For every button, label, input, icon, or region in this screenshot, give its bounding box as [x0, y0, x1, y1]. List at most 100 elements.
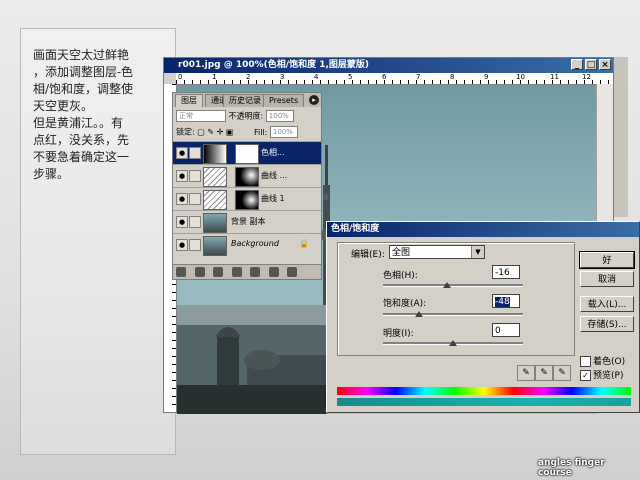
colorize-checkbox[interactable]: [580, 356, 591, 367]
edit-select[interactable]: 全图 ▼: [389, 245, 485, 259]
ruler-label: 11: [550, 73, 559, 81]
saturation-value: -48: [495, 297, 510, 307]
layer-row[interactable]: ● 曲线 1: [173, 187, 321, 210]
eye-icon[interactable]: ●: [176, 170, 188, 182]
add-mask-icon[interactable]: [213, 267, 224, 277]
close-button[interactable]: ×: [599, 59, 611, 70]
maximize-button[interactable]: □: [585, 59, 597, 70]
link-icon[interactable]: [189, 170, 201, 182]
tab-layers[interactable]: 图层: [175, 94, 203, 107]
horizontal-ruler: 0 1 2 3 4 5 6 7 8 9 10 11 12: [176, 73, 613, 85]
input-color-bar: [337, 387, 631, 395]
saturation-field[interactable]: -48: [492, 294, 520, 308]
lightness-slider[interactable]: [383, 340, 523, 346]
layer-style-icon[interactable]: [194, 267, 205, 277]
new-adjustment-icon[interactable]: [231, 267, 242, 277]
lock-row: 锁定: ▢ ✎ ✛ ▣ Fill: 100%: [176, 126, 320, 138]
link-layers-icon[interactable]: [176, 267, 186, 277]
cancel-button[interactable]: 取消: [580, 271, 634, 287]
lock-label: 锁定:: [176, 127, 195, 137]
layer-row[interactable]: ● 曲线 ...: [173, 164, 321, 187]
new-layer-icon[interactable]: [268, 267, 279, 277]
curves-thumbnail: [203, 167, 227, 187]
note-line: 不要急着确定这一: [33, 150, 130, 164]
instruction-text: 画面天空太过鲜艳 ，添加调整图层-色 相/饱和度，调整使 天空更灰。 但是黄浦江…: [33, 47, 153, 183]
layer-row[interactable]: ● Background 🔒: [173, 233, 321, 256]
opacity-label: 不透明度:: [228, 111, 264, 121]
hue-field[interactable]: -16: [492, 265, 520, 279]
adjustment-thumbnail: [203, 144, 227, 164]
ruler-label: 5: [348, 73, 353, 81]
ruler-label: 12: [582, 73, 591, 81]
ruler-label: 1: [212, 73, 217, 81]
document-title: r001.jpg @ 100%(色相/饱和度 1,图层蒙版): [178, 60, 370, 70]
instruction-note-panel: 画面天空太过鲜艳 ，添加调整图层-色 相/饱和度，调整使 天空更灰。 但是黄浦江…: [20, 28, 176, 455]
eye-icon[interactable]: ●: [176, 239, 188, 251]
ruler-label: 0: [178, 73, 183, 81]
eye-icon[interactable]: ●: [176, 147, 188, 159]
saturation-slider-knob[interactable]: [415, 311, 424, 317]
preview-checkbox[interactable]: ✓: [580, 370, 591, 381]
hue-slider-knob[interactable]: [442, 282, 451, 288]
layer-name: 背景 副本: [231, 217, 266, 226]
lightness-field[interactable]: 0: [492, 323, 520, 337]
ruler-label: 8: [450, 73, 455, 81]
curves-thumbnail: [203, 190, 227, 210]
save-button[interactable]: 存储(S)...: [580, 316, 634, 332]
eyedropper-plus-icon[interactable]: ✎: [535, 365, 553, 381]
background-window-edge: [614, 57, 628, 217]
ruler-label: 2: [246, 73, 251, 81]
ruler-label: 9: [484, 73, 489, 81]
new-group-icon[interactable]: [250, 267, 261, 277]
palette-tabs: 图层 通道 历史记录 Presets ▸: [173, 93, 321, 107]
opacity-field[interactable]: 100%: [265, 110, 294, 122]
image-thumbnail: [203, 213, 227, 233]
lightness-slider-knob[interactable]: [449, 340, 457, 346]
palette-menu-icon[interactable]: ▸: [309, 95, 319, 105]
lock-icons[interactable]: ▢ ✎ ✛ ▣: [197, 128, 236, 137]
layer-row[interactable]: ● 色相...: [173, 141, 321, 164]
layer-mask-thumbnail[interactable]: [235, 167, 259, 187]
eyedropper-icon[interactable]: ✎: [517, 365, 535, 381]
ok-button[interactable]: 好: [579, 251, 635, 269]
tab-presets[interactable]: Presets: [263, 94, 305, 107]
layer-name: 曲线 1: [261, 194, 285, 203]
note-line: 画面天空太过鲜艳: [33, 48, 130, 62]
minimize-button[interactable]: _: [571, 59, 583, 70]
link-icon[interactable]: [189, 147, 201, 159]
saturation-label: 饱和度(A):: [383, 299, 427, 309]
hue-slider[interactable]: [383, 282, 523, 288]
blend-row: 正常 不透明度: 100%: [176, 110, 320, 122]
image-thumbnail: [203, 236, 227, 256]
document-title-bar[interactable]: r001.jpg @ 100%(色相/饱和度 1,图层蒙版) _ □ ×: [164, 58, 613, 73]
layer-mask-thumbnail[interactable]: [235, 144, 259, 164]
eyedropper-minus-icon[interactable]: ✎: [553, 365, 571, 381]
layers-footer-toolbar: [173, 264, 321, 279]
saturation-slider[interactable]: [383, 311, 523, 317]
ruler-label: 6: [382, 73, 387, 81]
hue-saturation-dialog: 色相/饱和度 编辑(E): 全图 ▼ 色相(H): -16 饱和度(A): -4…: [326, 221, 640, 413]
output-color-bar: [337, 398, 631, 406]
note-line: 但是黄浦江。。有: [33, 116, 124, 130]
layer-name: 曲线 ...: [261, 171, 288, 180]
link-icon[interactable]: [189, 216, 201, 228]
delete-layer-icon[interactable]: [287, 267, 298, 277]
fill-label: Fill:: [253, 127, 268, 137]
edit-label: 编辑(E):: [351, 250, 385, 260]
chevron-down-icon[interactable]: ▼: [471, 246, 484, 258]
note-line: ，添加调整图层-色: [33, 65, 134, 79]
dialog-title[interactable]: 色相/饱和度: [327, 222, 639, 237]
eye-icon[interactable]: ●: [176, 216, 188, 228]
layer-mask-thumbnail[interactable]: [235, 190, 259, 210]
fill-field[interactable]: 100%: [269, 126, 298, 138]
load-button[interactable]: 载入(L)...: [580, 296, 634, 312]
layer-name: 色相...: [261, 148, 285, 157]
layer-row[interactable]: ● 背景 副本: [173, 210, 321, 233]
eye-icon[interactable]: ●: [176, 193, 188, 205]
note-line: 点红，没关系，先: [33, 133, 130, 147]
blend-mode-select[interactable]: 正常: [176, 110, 226, 122]
tab-history[interactable]: 历史记录: [223, 94, 267, 107]
ruler-label: 7: [416, 73, 421, 81]
link-icon[interactable]: [189, 239, 201, 251]
link-icon[interactable]: [189, 193, 201, 205]
